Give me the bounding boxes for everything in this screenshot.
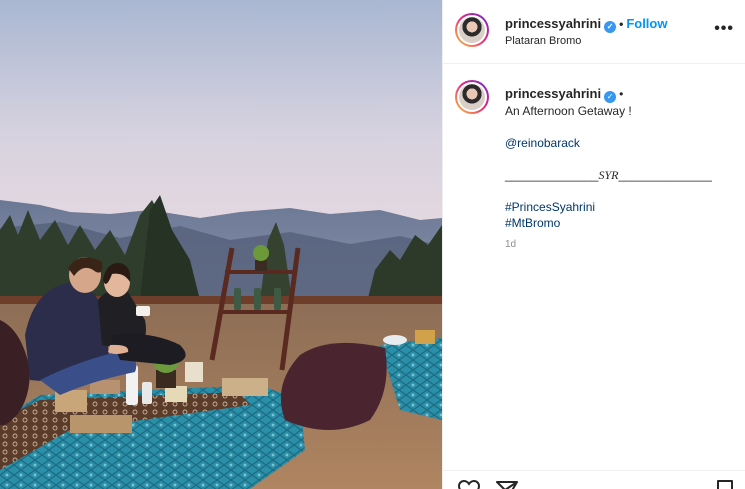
signature-line: ______________SYR______________ [505, 167, 730, 183]
heart-icon[interactable] [457, 479, 481, 489]
signature-rule-left: ______________ [505, 168, 599, 182]
post-location[interactable]: Plataran Bromo [505, 35, 581, 47]
post-photo[interactable] [0, 0, 442, 489]
avatar-photo [459, 17, 485, 43]
hashtag-link[interactable]: #MtBromo [505, 215, 730, 231]
action-bar [443, 470, 745, 489]
post-header: princessyahrini ✓ • Follow Plataran Bromo •… [443, 0, 745, 64]
post-timestamp[interactable]: 1d [505, 239, 516, 250]
post-side-panel: princessyahrini ✓ • Follow Plataran Bromo •… [442, 0, 745, 489]
author-username-row: princessyahrini ✓ • Follow [505, 16, 667, 33]
mention-link[interactable]: @reinobarack [505, 135, 730, 151]
signature-rule-right: ______________ [618, 168, 712, 182]
caption-text: princessyahrini ✓ • An Afternoon Getaway !… [505, 86, 730, 253]
caption-author-avatar[interactable] [455, 80, 489, 114]
verified-badge-icon: ✓ [604, 21, 617, 33]
paper-plane-icon[interactable] [495, 479, 519, 489]
author-avatar[interactable] [455, 13, 489, 47]
author-username[interactable]: princessyahrini [505, 16, 601, 31]
sky [0, 0, 442, 240]
bookmark-icon[interactable] [715, 479, 735, 489]
signature-mark: SYR [598, 168, 619, 182]
separator-dot: • [619, 87, 624, 101]
more-options-icon[interactable]: ••• [714, 20, 734, 38]
caption-username[interactable]: princessyahrini [505, 86, 601, 101]
caption-line-1: An Afternoon Getaway ! [505, 104, 632, 118]
caption-username-row: princessyahrini ✓ • [505, 86, 730, 103]
verified-badge-icon: ✓ [604, 91, 617, 103]
separator-dot: • [619, 17, 624, 31]
shelf-plant [253, 245, 269, 271]
hashtag-link[interactable]: #PrincesSyahrini [505, 199, 730, 215]
follow-button[interactable]: Follow [626, 16, 667, 31]
avatar-photo [459, 84, 485, 110]
